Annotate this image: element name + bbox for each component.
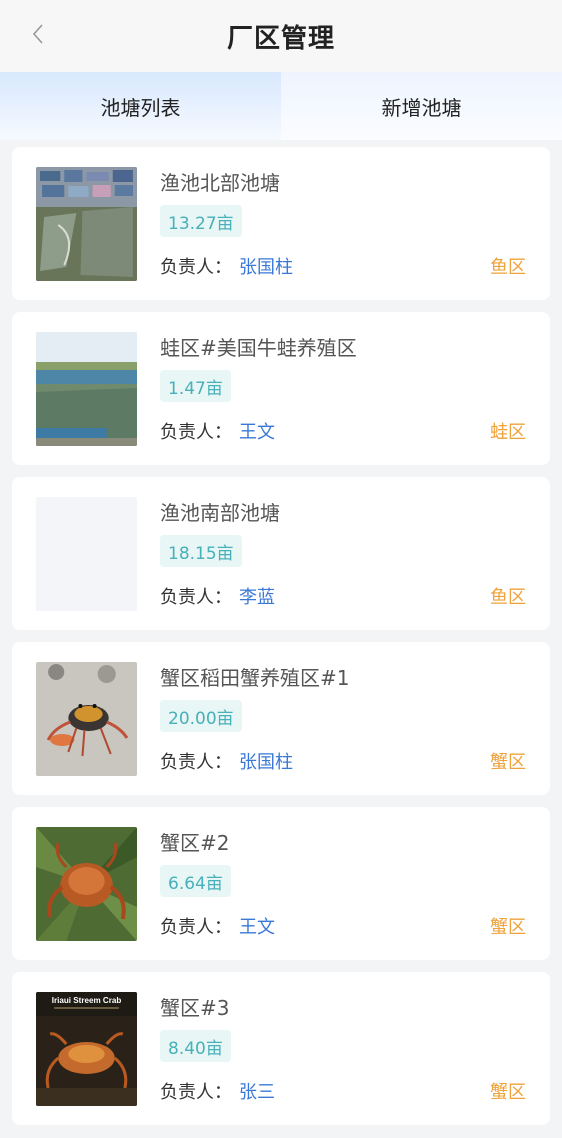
pond-name: 渔池南部池塘 <box>160 501 280 525</box>
area-badge: 13.27亩 <box>160 205 242 237</box>
owner-name: 张国柱 <box>239 257 293 278</box>
owner-label: 负责人： <box>160 752 232 773</box>
zone-type-tag: 蛙区 <box>490 422 526 443</box>
zone-type-tag: 鱼区 <box>490 587 526 608</box>
pond-name: 蟹区#3 <box>160 996 230 1020</box>
pond-thumbnail <box>36 167 137 281</box>
poster-title-text: Iriaui Streem Crab <box>52 996 122 1005</box>
pond-card[interactable]: Iriaui Streem Crab 蟹区#3 8.40亩 负责人： 张三 蟹区 <box>12 972 550 1125</box>
zone-type-tag: 蟹区 <box>490 752 526 773</box>
pond-list: 渔池北部池塘 13.27亩 负责人： 张国柱 鱼区 蛙区#美国牛蛙养殖区 1.4… <box>12 147 550 1137</box>
owner-label: 负责人： <box>160 587 232 608</box>
owner-name: 李蓝 <box>239 587 275 608</box>
owner-name: 张国柱 <box>239 752 293 773</box>
pond-card[interactable]: 蟹区稻田蟹养殖区#1 20.00亩 负责人： 张国柱 蟹区 <box>12 642 550 795</box>
owner-label: 负责人： <box>160 917 232 938</box>
owner-label: 负责人： <box>160 257 232 278</box>
area-badge: 1.47亩 <box>160 370 231 402</box>
owner-label: 负责人： <box>160 422 232 443</box>
pond-name: 蟹区#2 <box>160 831 230 855</box>
pond-card[interactable]: 蟹区#2 6.64亩 负责人： 王文 蟹区 <box>12 807 550 960</box>
back-button[interactable] <box>26 24 50 48</box>
area-badge: 20.00亩 <box>160 700 242 732</box>
owner-label: 负责人： <box>160 1082 232 1103</box>
zone-type-tag: 蟹区 <box>490 917 526 938</box>
chevron-left-icon <box>31 22 45 50</box>
tab-add-pond[interactable]: 新增池塘 <box>281 72 562 140</box>
pond-thumbnail <box>36 827 137 941</box>
pond-name: 蛙区#美国牛蛙养殖区 <box>160 336 357 360</box>
area-badge: 18.15亩 <box>160 535 242 567</box>
page-title: 厂区管理 <box>226 23 335 54</box>
pond-name: 蟹区稻田蟹养殖区#1 <box>160 666 350 690</box>
pond-name: 渔池北部池塘 <box>160 171 280 195</box>
owner-name: 王文 <box>239 422 275 443</box>
owner-name: 王文 <box>239 917 275 938</box>
zone-type-tag: 蟹区 <box>490 1082 526 1103</box>
pond-thumbnail: Iriaui Streem Crab <box>36 992 137 1106</box>
owner-name: 张三 <box>239 1082 275 1103</box>
zone-type-tag: 鱼区 <box>490 257 526 278</box>
header-bar: 厂区管理 <box>0 0 562 72</box>
pond-card[interactable]: 渔池北部池塘 13.27亩 负责人： 张国柱 鱼区 <box>12 147 550 300</box>
tab-bar: 池塘列表 新增池塘 <box>0 72 562 140</box>
tab-pond-list[interactable]: 池塘列表 <box>0 72 281 140</box>
pond-thumbnail <box>36 332 137 446</box>
pond-card[interactable]: 渔池南部池塘 18.15亩 负责人： 李蓝 鱼区 <box>12 477 550 630</box>
pond-thumbnail <box>36 662 137 776</box>
pond-card[interactable]: 蛙区#美国牛蛙养殖区 1.47亩 负责人： 王文 蛙区 <box>12 312 550 465</box>
area-badge: 6.64亩 <box>160 865 231 897</box>
area-badge: 8.40亩 <box>160 1030 231 1062</box>
pond-thumbnail-placeholder <box>36 497 137 611</box>
